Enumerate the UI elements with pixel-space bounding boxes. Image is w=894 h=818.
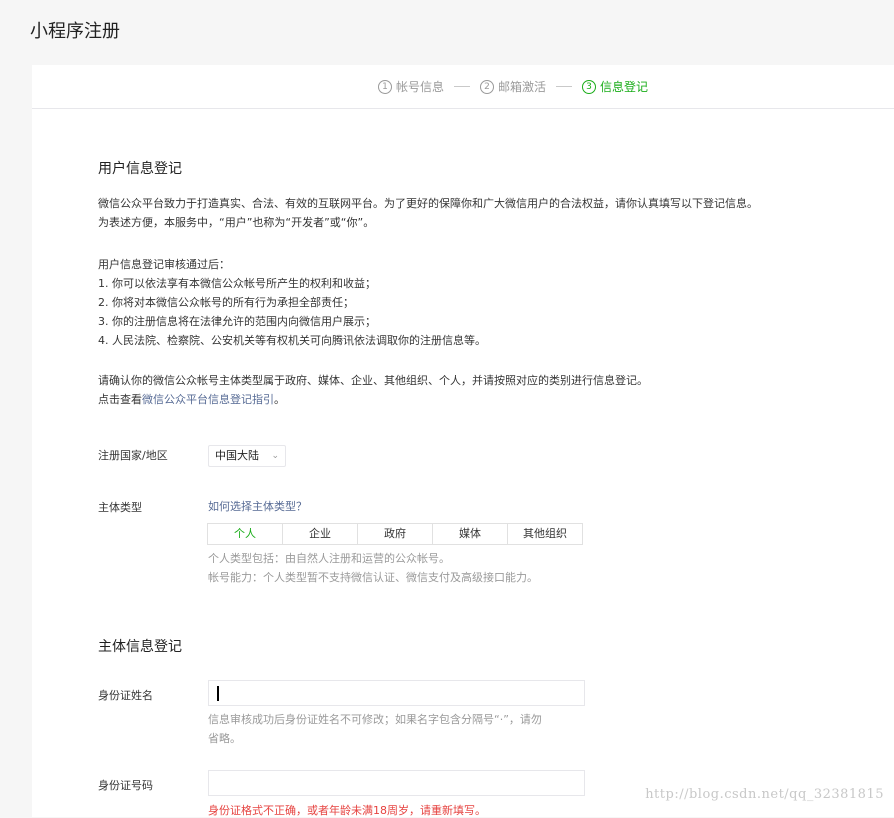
chevron-down-icon: ⌄ bbox=[271, 451, 279, 461]
id-number-error: 身份证格式不正确，或者年龄未满18周岁，请重新填写。 bbox=[208, 804, 486, 817]
guide-prefix: 点击查看 bbox=[98, 393, 142, 406]
intro-text: 微信公众平台致力于打造真实、合法、有效的互联网平台。为了更好的保障你和广大微信用… bbox=[98, 194, 758, 232]
id-number-input[interactable] bbox=[208, 770, 585, 796]
intro-line: 为表述方便，本服务中，“用户”也称为“开发者”或“你”。 bbox=[98, 216, 375, 229]
step-number-2: 2 bbox=[479, 79, 494, 94]
list-item: 4. 人民法院、检察院、公安机关等有权机关可向腾讯依法调取你的注册信息等。 bbox=[98, 334, 486, 347]
step-info-registration: 3 信息登记 bbox=[581, 78, 648, 95]
tab-media[interactable]: 媒体 bbox=[432, 523, 508, 545]
text-caret bbox=[217, 686, 219, 701]
id-name-input[interactable] bbox=[208, 680, 585, 706]
country-value: 中国大陆 bbox=[215, 449, 259, 462]
id-name-hint: 信息审核成功后身份证姓名不可修改；如果名字包含分隔号“·”，请勿 省略。 bbox=[208, 710, 542, 748]
subject-type-hint: 个人类型包括：由自然人注册和运营的公众帐号。 帐号能力：个人类型暂不支持微信认证… bbox=[208, 549, 538, 587]
intro-line: 微信公众平台致力于打造真实、合法、有效的互联网平台。为了更好的保障你和广大微信用… bbox=[98, 197, 758, 210]
list-item: 1. 你可以依法享有本微信公众帐号所产生的权利和收益； bbox=[98, 277, 376, 290]
hint-line: 信息审核成功后身份证姓名不可修改；如果名字包含分隔号“·”，请勿 bbox=[208, 713, 542, 726]
subject-info-title: 主体信息登记 bbox=[98, 639, 182, 655]
subject-type-tabs: 个人 企业 政府 媒体 其他组织 bbox=[207, 523, 583, 545]
after-approval-list: 用户信息登记审核通过后： 1. 你可以依法享有本微信公众帐号所产生的权利和收益；… bbox=[98, 255, 486, 350]
step-label: 邮箱激活 bbox=[497, 80, 546, 94]
id-name-label: 身份证姓名 bbox=[98, 689, 153, 702]
step-separator bbox=[555, 86, 572, 87]
tab-other-organization[interactable]: 其他组织 bbox=[507, 523, 583, 545]
list-item: 2. 你将对本微信公众帐号的所有行为承担全部责任； bbox=[98, 296, 354, 309]
guide-line: 点击查看微信公众平台信息登记指引。 bbox=[98, 390, 648, 409]
page-title: 小程序注册 bbox=[30, 21, 120, 42]
after-approval-title: 用户信息登记审核通过后： bbox=[98, 258, 230, 271]
step-account-info: 1 帐号信息 bbox=[377, 78, 444, 95]
step-separator bbox=[453, 86, 470, 87]
confirm-text: 请确认你的微信公众帐号主体类型属于政府、媒体、企业、其他组织、个人，并请按照对应… bbox=[98, 371, 648, 409]
list-item: 3. 你的注册信息将在法律允许的范围内向微信用户展示； bbox=[98, 315, 376, 328]
step-indicator: 1 帐号信息 2 邮箱激活 3 信息登记 bbox=[32, 65, 894, 109]
country-label: 注册国家/地区 bbox=[98, 449, 168, 462]
step-label: 信息登记 bbox=[599, 80, 648, 94]
hint-line: 帐号能力：个人类型暂不支持微信认证、微信支付及高级接口能力。 bbox=[208, 571, 538, 584]
registration-guide-link[interactable]: 微信公众平台信息登记指引 bbox=[142, 393, 274, 406]
tab-individual[interactable]: 个人 bbox=[207, 523, 283, 545]
tab-enterprise[interactable]: 企业 bbox=[282, 523, 358, 545]
step-number-3: 3 bbox=[581, 79, 596, 94]
step-label: 帐号信息 bbox=[395, 80, 444, 94]
tab-government[interactable]: 政府 bbox=[357, 523, 433, 545]
hint-line: 省略。 bbox=[208, 732, 241, 745]
subject-type-label: 主体类型 bbox=[98, 501, 142, 514]
step-email-activation: 2 邮箱激活 bbox=[479, 78, 546, 95]
guide-suffix: 。 bbox=[274, 393, 285, 406]
step-number-1: 1 bbox=[377, 79, 392, 94]
how-to-choose-link[interactable]: 如何选择主体类型？ bbox=[208, 498, 307, 514]
hint-line: 个人类型包括：由自然人注册和运营的公众帐号。 bbox=[208, 552, 450, 565]
watermark: http://blog.csdn.net/qq_32381815 bbox=[645, 787, 884, 802]
id-number-label: 身份证号码 bbox=[98, 779, 153, 792]
confirm-line: 请确认你的微信公众帐号主体类型属于政府、媒体、企业、其他组织、个人，并请按照对应… bbox=[98, 374, 648, 387]
user-info-title: 用户信息登记 bbox=[98, 161, 182, 177]
country-select[interactable]: 中国大陆 ⌄ bbox=[208, 445, 286, 467]
registration-card: 1 帐号信息 2 邮箱激活 3 信息登记 用户信息登记 微信公众平台致力于打造真… bbox=[32, 65, 894, 817]
